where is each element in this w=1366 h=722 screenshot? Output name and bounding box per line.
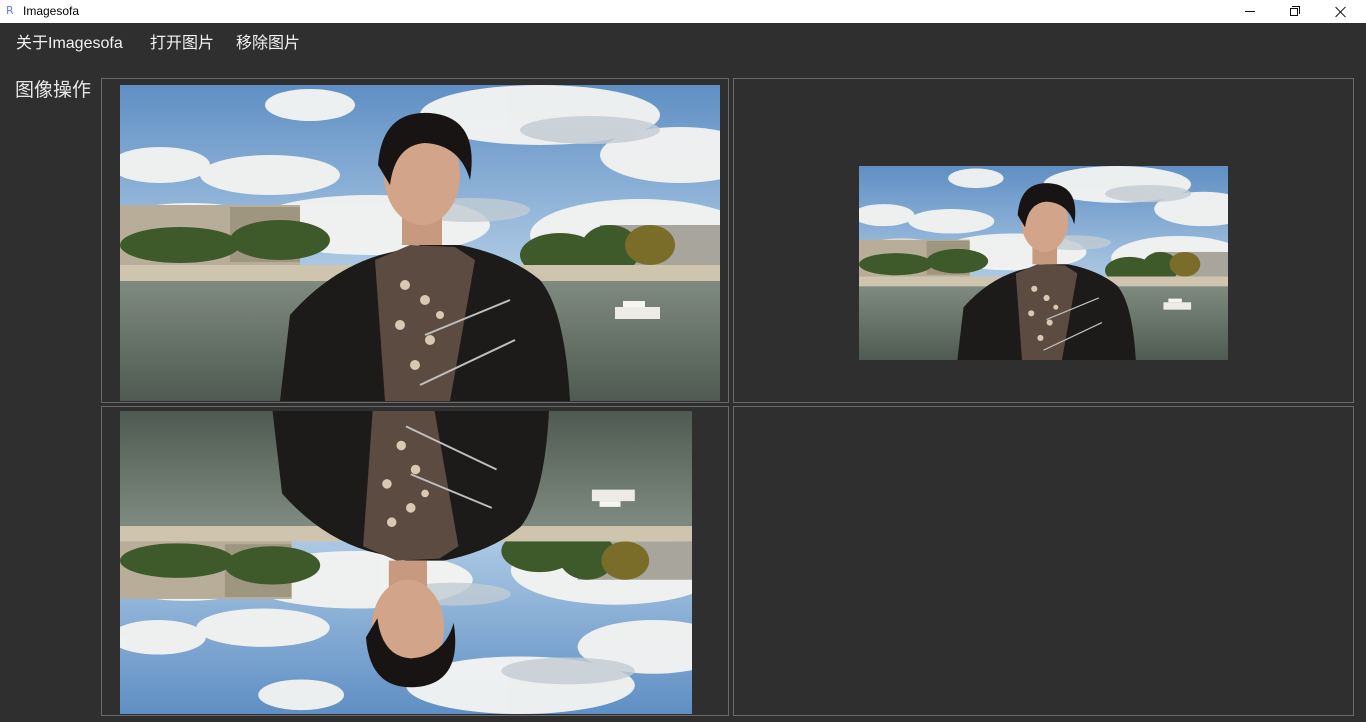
- section-label: 图像操作: [15, 79, 92, 101]
- image-scaled: [859, 166, 1228, 360]
- restore-icon: [1289, 6, 1301, 17]
- image-flipped: [120, 411, 692, 714]
- app-icon: R: [6, 4, 14, 17]
- menu-bar: 关于Imagesofa 打开图片 移除图片: [0, 23, 1366, 55]
- title-bar: R Imagesofa: [0, 0, 1366, 23]
- maximize-button[interactable]: [1272, 0, 1318, 23]
- image-original: [120, 85, 720, 401]
- minimize-icon: [1245, 11, 1255, 12]
- menu-about[interactable]: 关于Imagesofa: [16, 29, 123, 53]
- panel-original: [101, 78, 729, 403]
- minimize-button[interactable]: [1227, 0, 1273, 23]
- panel-empty: [733, 406, 1354, 716]
- menu-open-image[interactable]: 打开图片: [150, 29, 214, 53]
- window-title: Imagesofa: [23, 4, 80, 18]
- menu-remove-image[interactable]: 移除图片: [236, 29, 300, 53]
- panel-flipped: [101, 406, 729, 716]
- close-icon: [1335, 6, 1347, 18]
- panel-scaled: [733, 78, 1354, 403]
- close-button[interactable]: [1318, 0, 1364, 23]
